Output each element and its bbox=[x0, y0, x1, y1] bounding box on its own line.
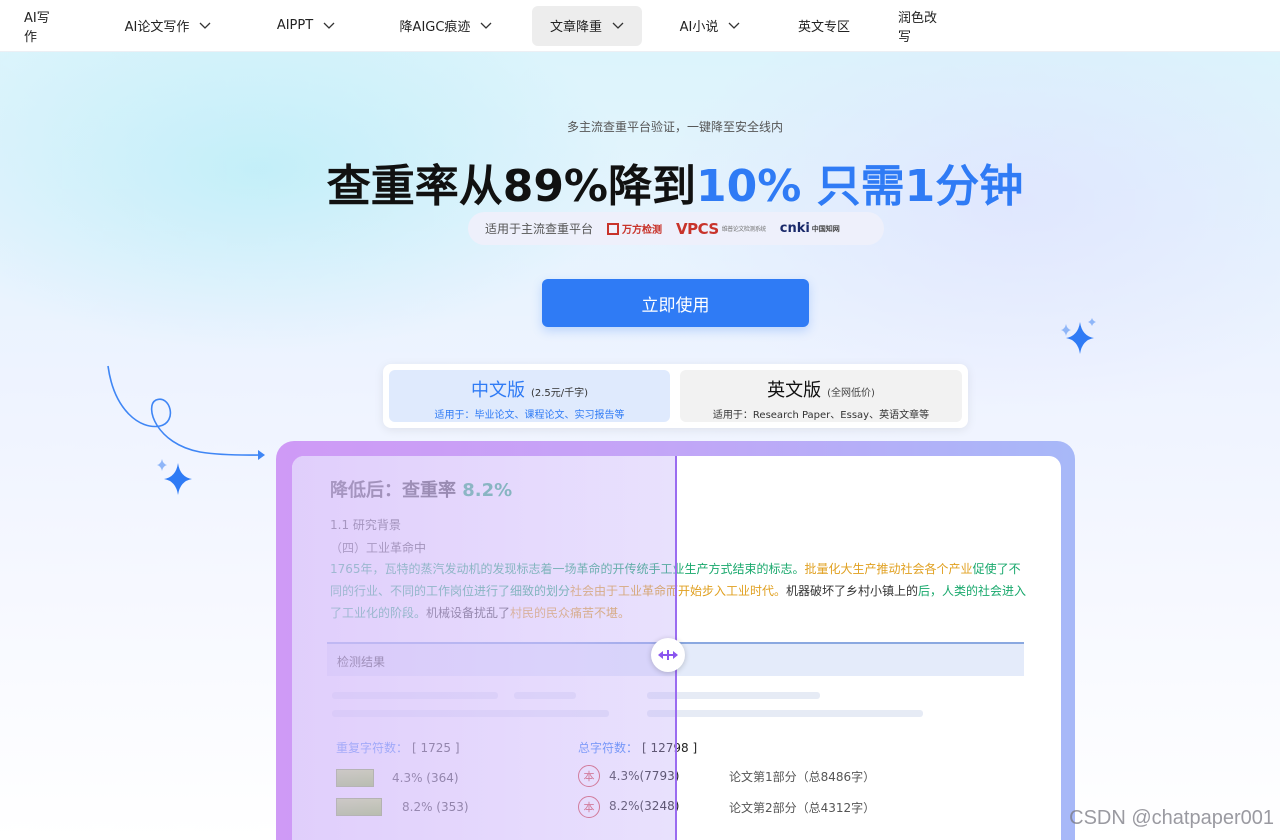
hero-subtitle: 多主流查重平台验证，一键降至安全线内 bbox=[566, 120, 783, 134]
chevron-down-icon bbox=[199, 22, 211, 29]
placeholder-line bbox=[332, 692, 498, 699]
hero-headline: 查重率从89%降到10% 只需1分钟 bbox=[0, 150, 1280, 214]
similarity-bar bbox=[336, 769, 374, 787]
tab-subtitle: 适用于：Research Paper、Essay、英语文章等 bbox=[712, 410, 930, 421]
swirl-arrow-decoration bbox=[107, 365, 265, 460]
nav-item-aippt[interactable]: AIPPT bbox=[254, 6, 358, 46]
watermark: CSDN @chatpaper001 bbox=[1069, 807, 1274, 829]
nav-item-article-rewrite[interactable]: 文章降重 bbox=[532, 5, 642, 46]
nav-item-ai-writing[interactable]: AI写作 bbox=[10, 6, 76, 46]
seal-icon: 本 bbox=[578, 765, 600, 787]
cnki-logo: cnki 中国知网 bbox=[779, 221, 840, 236]
nav-item-label: AI小说 bbox=[679, 20, 719, 35]
sparkle-icon bbox=[1061, 318, 1096, 354]
seal-icon: 本 bbox=[578, 796, 600, 818]
result-rate: 8.2% bbox=[462, 480, 513, 501]
nav-item-label: 英文专区 bbox=[798, 20, 851, 35]
tab-title: 英文版 (全网低价) bbox=[767, 380, 875, 401]
version-toggle: 中文版 (2.5元/千字) 适用于：毕业论文、课程论文、实习报告等 英文版 (全网低… bbox=[383, 364, 968, 428]
drag-arrows-icon bbox=[658, 650, 678, 660]
nav-item-ai-novel[interactable]: AI小说 bbox=[650, 6, 770, 46]
tab-english-version[interactable]: 英文版 (全网低价) 适用于：Research Paper、Essay、英语文章等 bbox=[680, 370, 962, 422]
tab-chinese-version[interactable]: 中文版 (2.5元/千字) 适用于：毕业论文、课程论文、实习报告等 bbox=[389, 370, 670, 422]
nav-item-polish[interactable]: 润色改写 bbox=[884, 6, 960, 46]
tab-title: 中文版 (2.5元/千字) bbox=[470, 380, 589, 401]
nav-item-label: 降AIGC痕迹 bbox=[399, 20, 471, 35]
row-left-value: 8.2% (353) bbox=[402, 800, 469, 814]
sample-paragraph: 1765年，瓦特的蒸汽发动机的发现标志着一场革命的开传统手工业生产方式结束的标志… bbox=[330, 562, 1027, 620]
nav-item-label: AI写作 bbox=[24, 10, 50, 45]
nav-item-label: 文章降重 bbox=[549, 20, 602, 35]
total-count: 总字符数：[ 12798 ] bbox=[578, 741, 698, 755]
section-subheading: （四）工业革命中 bbox=[330, 541, 427, 555]
nav-item-reduce-aigc[interactable]: 降AIGC痕迹 bbox=[366, 6, 526, 46]
headline-blue: 10% 只需1分钟 bbox=[696, 161, 1024, 212]
compare-card: 降低后：查重率 8.2% 1.1 研究背景 （四）工业革命中 1765年，瓦特的… bbox=[292, 456, 1061, 840]
result-title: 降低后：查重率 8.2% bbox=[330, 480, 513, 501]
tab-subtitle: 适用于：毕业论文、课程论文、实习报告等 bbox=[434, 410, 625, 421]
nav-item-ai-paper[interactable]: AI论文写作 bbox=[88, 6, 248, 46]
placeholder-line bbox=[514, 692, 576, 699]
chevron-down-icon bbox=[480, 22, 492, 29]
nav-item-english-zone[interactable]: 英文专区 bbox=[784, 6, 864, 46]
platforms-label: 适用于主流查重平台 bbox=[485, 222, 594, 236]
part-label: 论文第2部分（总4312字） bbox=[729, 801, 876, 815]
row-right-value: 8.2%(3248) bbox=[609, 799, 680, 813]
duplicate-count: 重复字符数：[ 1725 ] bbox=[336, 741, 460, 755]
placeholder-line bbox=[647, 692, 820, 699]
vpcs-logo: VPCS 维普论文检测系统 bbox=[676, 219, 766, 238]
chevron-down-icon bbox=[612, 22, 624, 29]
row-left-value: 4.3% (364) bbox=[392, 771, 459, 785]
row-right-value: 4.3%(7793) bbox=[609, 769, 680, 783]
chevron-down-icon bbox=[728, 22, 740, 29]
top-nav: AI写作 AI论文写作 AIPPT 降AIGC痕迹 文章降重 AI小说 英文专区… bbox=[0, 0, 1280, 52]
similarity-bar bbox=[336, 798, 382, 816]
part-label: 论文第1部分（总8486字） bbox=[729, 770, 876, 784]
placeholder-line bbox=[332, 710, 609, 717]
compare-slider-handle[interactable] bbox=[651, 638, 685, 672]
nav-item-label: AIPPT bbox=[276, 18, 314, 33]
headline-dark: 查重率从89%降到 bbox=[326, 161, 697, 212]
use-now-button[interactable]: 立即使用 bbox=[542, 279, 809, 327]
nav-item-label: AI论文写作 bbox=[124, 20, 190, 35]
sparkle-icon bbox=[157, 459, 192, 495]
platforms-pill: 适用于主流查重平台 万方检测 VPCS 维普论文检测系统 cnki 中国知网 bbox=[468, 212, 884, 245]
nav-item-label: 润色改写 bbox=[898, 10, 938, 45]
chevron-down-icon bbox=[323, 22, 335, 29]
wanfang-logo: 万方检测 bbox=[607, 221, 662, 236]
section-heading: 1.1 研究背景 bbox=[330, 518, 401, 532]
placeholder-line bbox=[647, 710, 923, 717]
